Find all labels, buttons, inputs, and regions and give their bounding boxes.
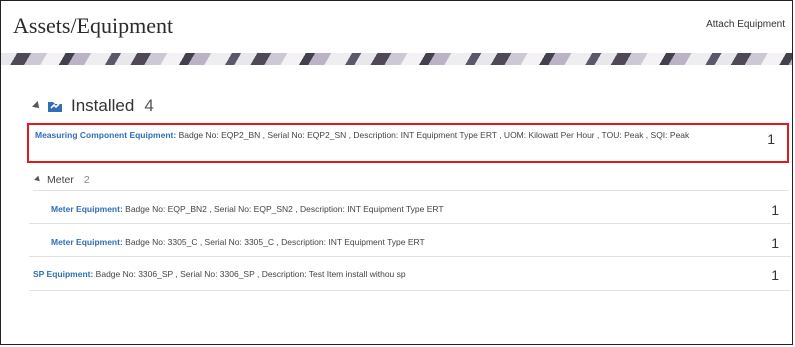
list-item-meter-equipment-1[interactable]: Meter Equipment: Badge No: EQP_BN2 , Ser…: [29, 194, 791, 224]
attach-equipment-link[interactable]: Attach Equipment: [706, 19, 785, 30]
list-item-meter-equipment-2[interactable]: Meter Equipment: Badge No: 3305_C , Seri…: [29, 227, 791, 257]
panel-header: Assets/Equipment Attach Equipment: [1, 1, 792, 47]
installed-label: Installed: [71, 96, 135, 115]
meter-group-count: 2: [83, 173, 90, 186]
item-count: 1: [767, 131, 775, 147]
assets-equipment-panel: Assets/Equipment Attach Equipment Instal…: [0, 0, 793, 345]
meter-group-label: Meter: [47, 173, 74, 186]
measuring-component-details: Badge No: EQP2_BN , Serial No: EQP2_SN ,…: [178, 130, 690, 140]
item-count: 1: [771, 202, 779, 218]
meter-equipment-link[interactable]: Meter Equipment:: [51, 237, 123, 247]
sp-equipment-details: Badge No: 3306_SP , Serial No: 3306_SP ,…: [95, 269, 406, 279]
equipment-folder-icon: [48, 102, 62, 112]
page-title: Assets/Equipment: [13, 13, 174, 38]
item-count: 1: [771, 235, 779, 251]
installed-group-header[interactable]: Installed 4: [32, 94, 154, 118]
meter-group-header[interactable]: Meter 2: [33, 169, 789, 191]
expand-triangle-icon[interactable]: [32, 101, 42, 111]
meter-equipment-details: Badge No: 3305_C , Serial No: 3305_C , D…: [125, 237, 425, 247]
installed-count: 4: [144, 96, 154, 115]
meter-equipment-details: Badge No: EQP_BN2 , Serial No: EQP_SN2 ,…: [125, 204, 444, 214]
meter-equipment-link[interactable]: Meter Equipment:: [51, 204, 123, 214]
list-item-sp-equipment[interactable]: SP Equipment: Badge No: 3306_SP , Serial…: [29, 259, 791, 291]
list-item-measuring-component[interactable]: Measuring Component Equipment: Badge No:…: [27, 123, 789, 163]
item-count: 1: [771, 267, 779, 283]
sp-equipment-link[interactable]: SP Equipment:: [33, 269, 93, 279]
measuring-component-link[interactable]: Measuring Component Equipment:: [35, 130, 176, 140]
expand-triangle-icon[interactable]: [34, 175, 42, 184]
decorative-banner: [1, 53, 792, 65]
